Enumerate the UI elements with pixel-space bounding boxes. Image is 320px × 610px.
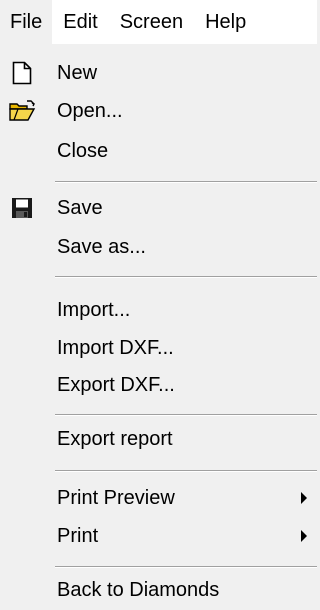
menu-screen[interactable]: Screen bbox=[109, 0, 194, 44]
menu-item-import[interactable]: Import... bbox=[0, 290, 317, 330]
menu-item-back-to-diamonds-label: Back to Diamonds bbox=[57, 579, 220, 601]
menu-item-new-label: New bbox=[57, 62, 98, 84]
menu-item-export-dxf-label: Export DXF... bbox=[57, 374, 175, 396]
menu-item-import-dxf-label: Import DXF... bbox=[57, 337, 174, 359]
menu-item-new[interactable]: New bbox=[0, 53, 317, 93]
menu-item-save-as[interactable]: Save as... bbox=[0, 227, 317, 267]
floppy-disk-icon bbox=[8, 194, 36, 222]
menu-item-save-label: Save bbox=[57, 197, 103, 219]
menu-item-save-as-label: Save as... bbox=[57, 236, 146, 258]
menu-item-close[interactable]: Close bbox=[0, 131, 317, 171]
menu-item-export-report[interactable]: Export report bbox=[0, 419, 317, 459]
menu-item-print-preview[interactable]: Print Preview bbox=[0, 478, 317, 518]
new-document-icon bbox=[8, 59, 36, 87]
menu-item-print-preview-label: Print Preview bbox=[57, 487, 175, 509]
submenu-arrow-icon bbox=[301, 530, 307, 542]
menu-edit[interactable]: Edit bbox=[52, 0, 108, 44]
menu-item-import-dxf[interactable]: Import DXF... bbox=[0, 328, 317, 368]
menu-item-back-to-diamonds[interactable]: Back to Diamonds bbox=[0, 570, 317, 610]
menu-item-save[interactable]: Save bbox=[0, 188, 317, 228]
menu-item-close-label: Close bbox=[57, 140, 109, 162]
menu-item-print[interactable]: Print bbox=[0, 516, 317, 556]
menu-file[interactable]: File bbox=[0, 0, 53, 44]
menu-item-open-label: Open... bbox=[57, 100, 123, 122]
file-menu-dropdown: New Open... Close Save Save as... Import… bbox=[0, 44, 317, 609]
menu-item-import-label: Import... bbox=[57, 299, 131, 321]
menu-item-export-dxf[interactable]: Export DXF... bbox=[0, 365, 317, 405]
menu-bar: File Edit Screen Help bbox=[0, 0, 317, 44]
separator bbox=[55, 470, 317, 472]
menu-item-print-label: Print bbox=[57, 525, 99, 547]
menu-item-open[interactable]: Open... bbox=[0, 91, 317, 131]
separator bbox=[55, 414, 317, 416]
submenu-arrow-icon bbox=[301, 492, 307, 504]
separator bbox=[55, 276, 317, 278]
separator bbox=[55, 566, 317, 568]
menu-item-export-report-label: Export report bbox=[57, 428, 173, 450]
open-folder-icon bbox=[8, 97, 36, 125]
separator bbox=[55, 181, 317, 183]
menu-help[interactable]: Help bbox=[194, 0, 257, 44]
